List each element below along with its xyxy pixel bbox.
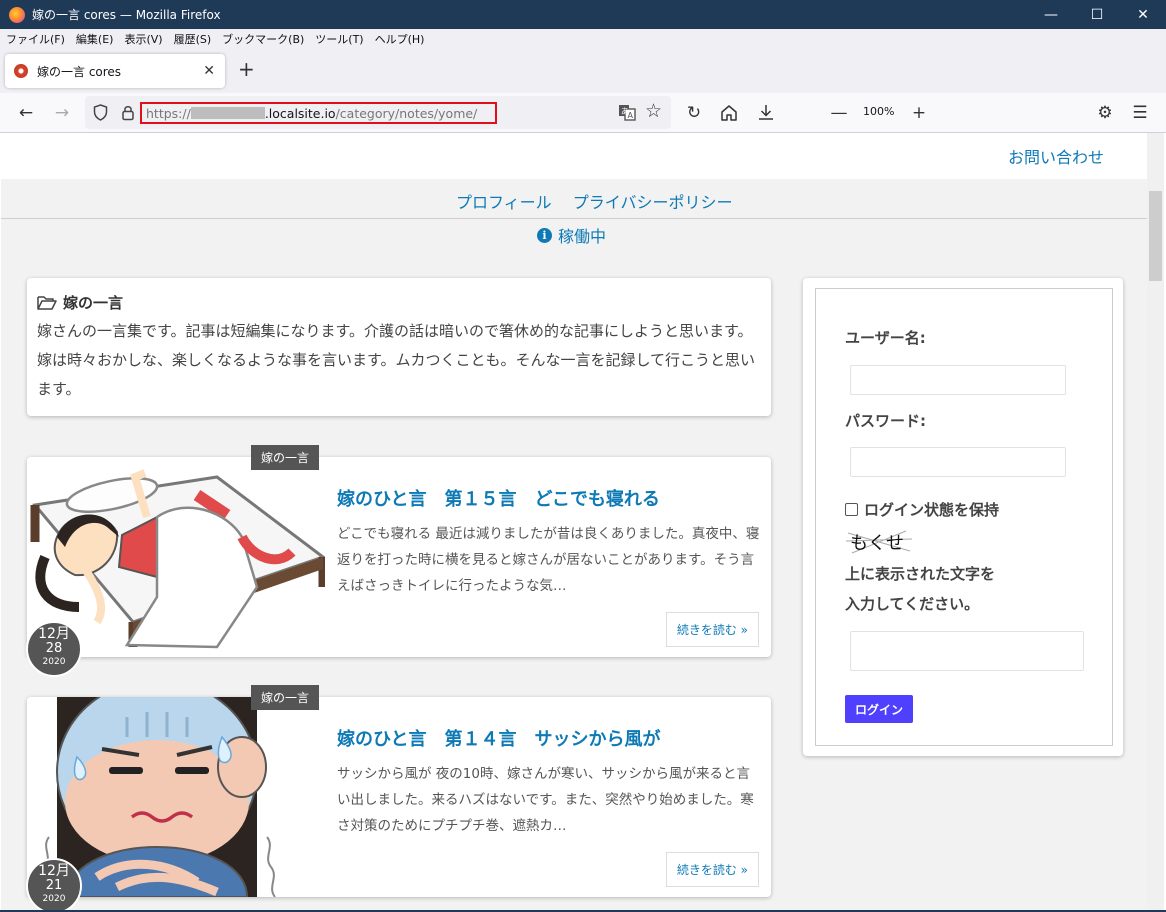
app-menu-hamburger-icon[interactable]: ☰	[1128, 101, 1152, 125]
translate-icon[interactable]: あ A	[618, 104, 636, 121]
date-badge: 12月 21 2020	[26, 858, 82, 910]
menu-edit[interactable]: 編集(E)	[76, 31, 114, 47]
post-title[interactable]: 嫁のひと言 第１５言 どこでも寝れる	[337, 485, 660, 511]
firefox-logo-icon	[9, 6, 25, 23]
site-favicon-icon	[14, 64, 28, 78]
remember-login[interactable]: ログイン状態を保持	[845, 499, 999, 520]
url-redacted-subdomain	[190, 107, 265, 119]
category-description: 嫁さんの一言集です。記事は短編集になります。介護の話は暗いので箸休め的な記事にし…	[37, 322, 756, 398]
url-path: /category/notes/yome/	[335, 105, 478, 121]
scrollbar-thumb[interactable]	[1149, 191, 1162, 281]
date-day: 21	[45, 878, 63, 893]
back-arrow-icon[interactable]: ←	[14, 101, 38, 125]
username-label: ユーザー名:	[845, 329, 926, 347]
username-input[interactable]	[850, 365, 1066, 395]
folder-open-icon	[37, 296, 57, 310]
zoom-in-icon[interactable]: +	[907, 101, 931, 125]
menu-file[interactable]: ファイル(F)	[6, 31, 65, 47]
site-nav: プロフィール プライバシーポリシー	[1, 179, 1147, 219]
captcha-prompt-line1: 上に表示された文字を	[845, 565, 996, 583]
post-title[interactable]: 嫁のひと言 第１４言 サッシから風が	[337, 725, 660, 751]
remember-checkbox[interactable]	[845, 503, 858, 516]
read-more-button[interactable]: 続きを読む »	[665, 612, 759, 647]
login-form: ユーザー名: パスワード: ログイン状態を保持 もくせ 上に表示された文字を 入…	[815, 288, 1113, 746]
menu-bookmarks[interactable]: ブックマーク(B)	[222, 31, 304, 47]
settings-gear-icon[interactable]: ⚙	[1093, 101, 1117, 125]
zoom-out-icon[interactable]: —	[827, 101, 851, 125]
date-month: 12月	[38, 863, 70, 879]
captcha-prompt-line2: 入力してください。	[845, 595, 980, 613]
password-label: パスワード:	[845, 412, 926, 430]
post-card[interactable]: 嫁のひと言 第１５言 どこでも寝れる どこでも寝れる 最近は減りましたが昔は良く…	[27, 457, 771, 657]
login-button[interactable]: ログイン	[845, 695, 913, 723]
url-bar[interactable]: https:// .localsite.io/category/notes/yom…	[85, 96, 671, 129]
site-nav-links: プロフィール プライバシーポリシー	[456, 189, 748, 213]
post-card[interactable]: 嫁のひと言 第１４言 サッシから風が サッシから風が 夜の10時、嫁さんが寒い、…	[27, 697, 771, 897]
url-host: .localsite.io	[264, 105, 336, 121]
remember-label: ログイン状態を保持	[864, 501, 1000, 519]
minimize-button[interactable]: —	[1028, 0, 1074, 29]
category-description-card: 嫁の一言 嫁さんの一言集です。記事は短編集になります。介護の話は暗いので箸休め的…	[27, 278, 771, 416]
site-header: お問い合わせ	[1, 133, 1147, 179]
web-page: お問い合わせ プロフィール プライバシーポリシー i 稼働中 嫁の一言 嫁さんの…	[1, 133, 1147, 910]
home-icon[interactable]	[720, 104, 738, 122]
category-tag[interactable]: 嫁の一言	[251, 445, 320, 470]
menu-history[interactable]: 履歴(S)	[174, 31, 212, 47]
status-label: 稼働中	[558, 227, 607, 246]
navigation-toolbar: ← → https:// .localsite.io/category/notes…	[0, 93, 1166, 133]
url-text[interactable]: https:// .localsite.io/category/notes/yom…	[140, 102, 497, 124]
menu-tools[interactable]: ツール(T)	[315, 31, 363, 47]
close-window-button[interactable]: ✕	[1120, 0, 1166, 29]
svg-text:A: A	[628, 111, 634, 120]
url-scheme: https://	[146, 105, 191, 121]
forward-arrow-icon[interactable]: →	[50, 101, 74, 125]
tab-close-icon[interactable]: ✕	[203, 63, 215, 79]
date-month: 12月	[38, 626, 70, 642]
bookmark-star-icon[interactable]: ☆	[645, 100, 662, 122]
status-indicator[interactable]: i 稼働中	[537, 223, 606, 247]
zoom-level[interactable]: 100%	[863, 105, 894, 118]
date-year: 2020	[42, 657, 66, 667]
lock-icon[interactable]	[121, 104, 135, 121]
category-tag[interactable]: 嫁の一言	[251, 685, 320, 710]
read-more-button[interactable]: 続きを読む »	[665, 852, 759, 887]
window-title: 嫁の一言 cores — Mozilla Firefox	[32, 8, 221, 22]
menu-help[interactable]: ヘルプ(H)	[375, 31, 425, 47]
nav-link-profile[interactable]: プロフィール	[456, 193, 552, 212]
captcha-text: もくせ	[850, 533, 904, 554]
captcha-image: もくせ	[846, 527, 912, 555]
date-day: 28	[45, 641, 63, 656]
maximize-button[interactable]: ☐	[1074, 0, 1120, 29]
shield-icon[interactable]	[93, 104, 108, 121]
password-input[interactable]	[850, 447, 1066, 477]
date-badge: 12月 28 2020	[26, 621, 82, 677]
menu-bar: ファイル(F) 編集(E) 表示(V) 履歴(S) ブックマーク(B) ツール(…	[0, 29, 1166, 49]
nav-link-privacy[interactable]: プライバシーポリシー	[573, 193, 733, 212]
info-icon: i	[537, 227, 552, 243]
menu-view[interactable]: 表示(V)	[124, 31, 162, 47]
post-excerpt: サッシから風が 夜の10時、嫁さんが寒い、サッシから風が来ると言い出しました。来…	[337, 766, 754, 834]
category-heading: 嫁の一言	[37, 292, 761, 313]
post-excerpt: どこでも寝れる 最近は減りましたが昔は良くありました。真夜中、寝返りを打った時に…	[337, 526, 760, 594]
date-year: 2020	[42, 894, 66, 904]
title-bar: 嫁の一言 cores — Mozilla Firefox — ☐ ✕	[0, 0, 1166, 29]
category-title: 嫁の一言	[63, 294, 124, 312]
login-widget: ユーザー名: パスワード: ログイン状態を保持 もくせ 上に表示された文字を 入…	[803, 278, 1123, 756]
page-scrollbar[interactable]	[1147, 133, 1164, 910]
window-controls: — ☐ ✕	[1028, 0, 1166, 29]
tab-bar: 嫁の一言 cores ✕	[0, 49, 1166, 93]
download-icon[interactable]	[757, 103, 775, 121]
tab-title: 嫁の一言 cores	[37, 64, 122, 79]
captcha-input[interactable]	[850, 631, 1084, 671]
contact-link[interactable]: お問い合わせ	[1008, 144, 1104, 168]
tab-active[interactable]: 嫁の一言 cores ✕	[5, 54, 225, 88]
reload-icon[interactable]: ↻	[682, 101, 706, 125]
new-tab-button[interactable]: +	[238, 57, 255, 81]
